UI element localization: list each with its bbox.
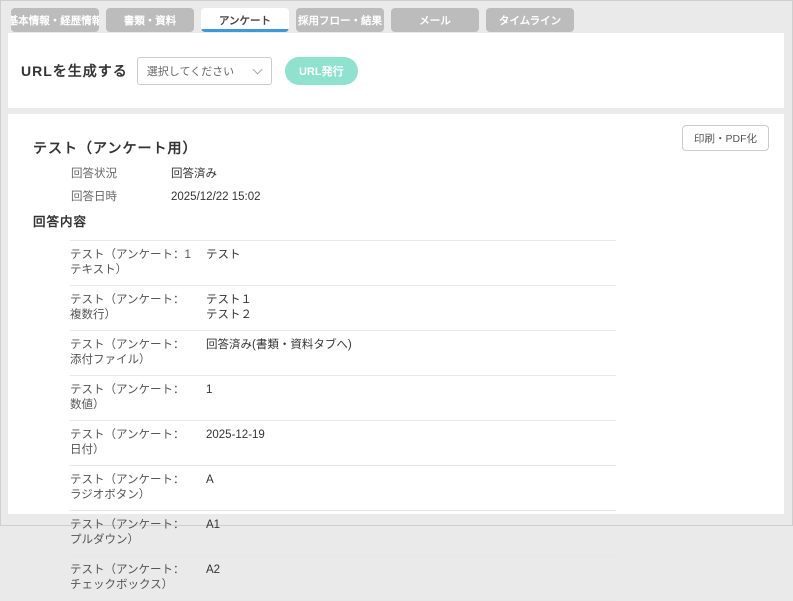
tab-basic-info[interactable]: 基本情報・経歴情報 [11, 8, 99, 32]
url-generate-label: URLを生成する [21, 62, 128, 79]
tab-documents[interactable]: 書類・資料 [106, 8, 194, 32]
url-type-select-value: 選択してください [146, 65, 235, 78]
tab-timeline[interactable]: タイムライン [486, 8, 574, 32]
answer-row-date: テスト（アンケート：日付） 2025-12-19 [70, 420, 616, 465]
answer-label: テスト（アンケート：プルダウン） [70, 519, 185, 546]
answer-row-text: テスト（アンケート：1テキスト） テスト [70, 240, 616, 285]
answer-value: 回答済み(書類・資料タブへ) [206, 339, 352, 351]
answer-datetime-label: 回答日時 [71, 191, 117, 203]
meta-row-datetime: 回答日時 2025/12/22 15:02 [71, 186, 261, 209]
answer-row-pulldown: テスト（アンケート：プルダウン） A1 [70, 510, 616, 555]
survey-panel: テスト（アンケート用） 印刷・PDF化 回答状況 回答済み 回答日時 2025/… [8, 114, 784, 601]
answer-value: A [206, 474, 214, 486]
url-issue-button[interactable]: URL発行 [284, 56, 358, 85]
answer-label: テスト（アンケート：ラジオボタン） [70, 474, 185, 501]
answer-value: テスト [206, 249, 241, 261]
answer-label: テスト（アンケート：数値） [70, 384, 185, 411]
answer-label: テスト（アンケート：複数行） [70, 294, 185, 321]
tab-mail[interactable]: メール [391, 8, 479, 32]
answer-row-multiline: テスト（アンケート：複数行） テスト１ テスト２ [70, 285, 616, 330]
answer-label: テスト（アンケート：チェックボックス） [70, 564, 185, 591]
meta-row-status: 回答状況 回答済み [71, 163, 261, 186]
tab-survey[interactable]: アンケート [201, 8, 289, 32]
answer-label: テスト（アンケート：1テキスト） [70, 249, 191, 276]
answer-label: テスト（アンケート：添付ファイル） [70, 339, 185, 366]
answer-value: A1 [206, 519, 221, 531]
answer-value: 2025-12-19 [206, 429, 265, 441]
answer-value: テスト１ テスト２ [206, 294, 252, 321]
answer-row-number: テスト（アンケート：数値） 1 [70, 375, 616, 420]
tab-hiring-flow[interactable]: 採用フロー・結果 [296, 8, 384, 32]
answer-value: 1 [206, 384, 213, 396]
tab-bar: 基本情報・経歴情報 書類・資料 アンケート 採用フロー・結果 メール タイムライ… [11, 8, 574, 32]
answers-table: テスト（アンケート：1テキスト） テスト テスト（アンケート：複数行） テスト１… [70, 240, 616, 601]
answer-value: A2 [206, 564, 221, 576]
url-generation-panel: URLを生成する 選択してください URL発行 [8, 33, 784, 108]
url-type-select[interactable]: 選択してください [136, 56, 272, 85]
survey-meta: 回答状況 回答済み 回答日時 2025/12/22 15:02 [71, 163, 261, 209]
answer-status-value: 回答済み [171, 168, 217, 180]
answer-row-checkbox: テスト（アンケート：チェックボックス） A2 [70, 555, 616, 601]
chevron-down-icon [252, 64, 263, 74]
print-pdf-button[interactable]: 印刷・PDF化 [682, 125, 769, 151]
answer-label: テスト（アンケート：日付） [70, 429, 185, 456]
survey-title: テスト（アンケート用） [33, 140, 198, 156]
answers-heading: 回答内容 [33, 215, 88, 229]
answer-status-label: 回答状況 [71, 168, 117, 180]
answer-row-attachment: テスト（アンケート：添付ファイル） 回答済み(書類・資料タブへ) [70, 330, 616, 375]
answer-row-radio: テスト（アンケート：ラジオボタン） A [70, 465, 616, 510]
answer-datetime-value: 2025/12/22 15:02 [171, 191, 261, 203]
